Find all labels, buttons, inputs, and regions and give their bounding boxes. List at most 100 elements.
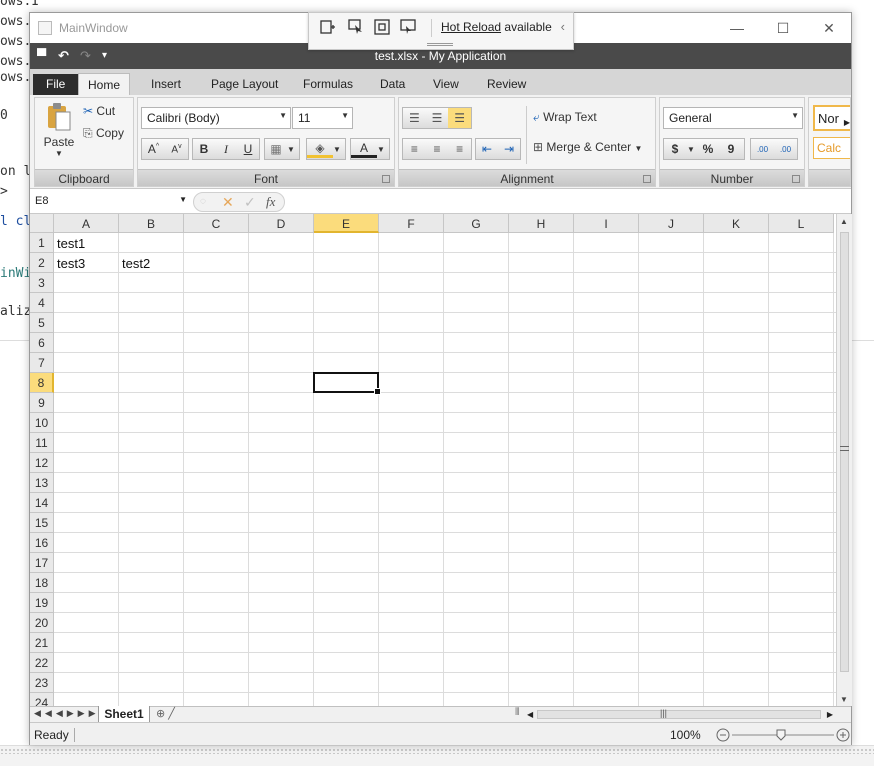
italic-button[interactable]: I (215, 142, 237, 157)
row-header-18[interactable]: 18 (30, 573, 54, 593)
paste-button[interactable]: Paste ▼ (39, 102, 79, 164)
align-middle-icon[interactable]: ☰ (426, 111, 449, 125)
column-header-e[interactable]: E (314, 214, 379, 233)
align-top-icon[interactable]: ☰ (403, 111, 426, 125)
zoom-level[interactable]: 100% (670, 728, 701, 742)
name-box[interactable]: E8 ▼ (30, 191, 190, 213)
minimize-button[interactable]: — (714, 13, 760, 43)
insert-function-icon[interactable]: fx (266, 194, 275, 210)
row-header-4[interactable]: 4 (30, 293, 54, 313)
increase-decimal-icon[interactable]: .00 (751, 145, 774, 154)
font-family-select[interactable]: Calibri (Body) ▼ (141, 107, 291, 129)
shrink-font-icon[interactable]: Av (165, 143, 188, 155)
underline-button[interactable]: U (237, 142, 259, 156)
scroll-left-icon[interactable]: ◀ (527, 710, 533, 719)
column-header-f[interactable]: F (379, 214, 444, 233)
row-header-10[interactable]: 10 (30, 413, 54, 433)
column-header-j[interactable]: J (639, 214, 704, 233)
row-header-9[interactable]: 9 (30, 393, 54, 413)
splitter-icon[interactable]: ⦀ (515, 707, 519, 718)
column-header-h[interactable]: H (509, 214, 574, 233)
scroll-down-icon[interactable]: ▼ (840, 695, 848, 704)
font-color-button[interactable]: A ▼ (350, 138, 390, 160)
currency-button[interactable]: $ (664, 142, 686, 156)
cell-a1[interactable]: test1 (57, 236, 85, 251)
sheet-navigation[interactable]: ◀◀◀▶▶▶ (34, 708, 100, 719)
percent-button[interactable]: % (696, 142, 720, 156)
borders-button[interactable]: ▦ ▼ (264, 138, 300, 160)
scroll-up-icon[interactable]: ▲ (840, 217, 848, 226)
collapse-chevron-icon[interactable]: ‹ (561, 19, 565, 34)
row-header-1[interactable]: 1 (30, 233, 54, 253)
new-sheet-icon[interactable]: ⊕ ╱ (150, 707, 190, 722)
hot-reload-link[interactable]: Hot Reload (441, 20, 501, 34)
spreadsheet-grid[interactable]: A B C D E F G H I J K L 1 2 3 4 5 6 7 8 9 10 11 12 13 14 15 16 17 18 1… (30, 214, 836, 706)
row-header-11[interactable]: 11 (30, 433, 54, 453)
column-header-a[interactable]: A (54, 214, 119, 233)
column-header-i[interactable]: I (574, 214, 639, 233)
row-header-17[interactable]: 17 (30, 553, 54, 573)
tab-data[interactable]: Data (371, 73, 414, 95)
tab-review[interactable]: Review (478, 73, 535, 95)
font-dialog-launcher-icon[interactable] (382, 175, 390, 183)
cell-a2[interactable]: test3 (57, 256, 85, 271)
scroll-right-icon[interactable]: ▶ (827, 710, 833, 719)
toolbar-grip[interactable] (427, 43, 453, 46)
align-bottom-icon[interactable]: ☰ (448, 108, 472, 128)
align-left-icon[interactable]: ≡ (403, 142, 426, 156)
fill-color-button[interactable]: ◈ ▼ (306, 138, 346, 160)
align-center-icon[interactable]: ≡ (426, 142, 449, 156)
font-size-select[interactable]: 11 ▼ (292, 107, 353, 129)
row-header-2[interactable]: 2 (30, 253, 54, 273)
cut-button[interactable]: ✂ Cut (83, 104, 115, 118)
increase-indent-icon[interactable]: ⇥ (498, 142, 520, 156)
column-header-b[interactable]: B (119, 214, 184, 233)
selected-cell[interactable] (313, 372, 381, 395)
bold-button[interactable]: B (193, 142, 215, 156)
row-header-12[interactable]: 12 (30, 453, 54, 473)
cell-b2[interactable]: test2 (122, 256, 150, 271)
vertical-scroll-thumb[interactable] (840, 232, 849, 672)
row-header-7[interactable]: 7 (30, 353, 54, 373)
column-header-d[interactable]: D (249, 214, 314, 233)
copy-button[interactable]: ⎘ Copy (83, 126, 124, 141)
row-header-20[interactable]: 20 (30, 613, 54, 633)
row-header-13[interactable]: 13 (30, 473, 54, 493)
column-header-g[interactable]: G (444, 214, 509, 233)
alignment-dialog-launcher-icon[interactable] (643, 175, 651, 183)
row-header-15[interactable]: 15 (30, 513, 54, 533)
close-button[interactable]: ✕ (806, 13, 852, 43)
live-visual-tree-icon[interactable] (319, 18, 337, 36)
grow-font-icon[interactable]: A^ (142, 142, 165, 156)
row-header-16[interactable]: 16 (30, 533, 54, 553)
row-header-6[interactable]: 6 (30, 333, 54, 353)
display-layout-adorners-icon[interactable] (373, 18, 391, 36)
row-header-22[interactable]: 22 (30, 653, 54, 673)
column-header-k[interactable]: K (704, 214, 769, 233)
row-header-21[interactable]: 21 (30, 633, 54, 653)
select-element-icon[interactable] (347, 18, 365, 36)
row-header-8[interactable]: 8 (30, 373, 54, 393)
styles-scroll-right-icon[interactable]: ▶ (844, 118, 850, 127)
enter-icon[interactable]: ✓ (244, 194, 256, 211)
track-focus-icon[interactable] (399, 18, 417, 36)
merge-center-button[interactable]: ⊞ Merge & Center ▼ (533, 140, 642, 154)
row-header-14[interactable]: 14 (30, 493, 54, 513)
tab-home[interactable]: Home (78, 73, 131, 95)
decrease-indent-icon[interactable]: ⇤ (476, 142, 498, 156)
row-header-23[interactable]: 23 (30, 673, 54, 693)
decrease-decimal-icon[interactable]: .00 (774, 145, 797, 154)
row-header-5[interactable]: 5 (30, 313, 54, 333)
select-all-corner[interactable] (30, 214, 54, 233)
wrap-text-button[interactable]: ⤶ Wrap Text (533, 110, 597, 125)
tab-file[interactable]: File (33, 74, 79, 95)
cancel-icon[interactable]: ✕ (222, 194, 234, 211)
column-header-c[interactable]: C (184, 214, 249, 233)
tab-insert[interactable]: Insert (142, 73, 190, 95)
row-header-19[interactable]: 19 (30, 593, 54, 613)
sheet-tab-active[interactable]: Sheet1 (98, 706, 150, 723)
number-dialog-launcher-icon[interactable] (792, 175, 800, 183)
vertical-scrollbar[interactable]: ▲ ▼ (836, 214, 852, 706)
tab-formulas[interactable]: Formulas (294, 73, 362, 95)
tab-page-layout[interactable]: Page Layout (202, 73, 287, 95)
